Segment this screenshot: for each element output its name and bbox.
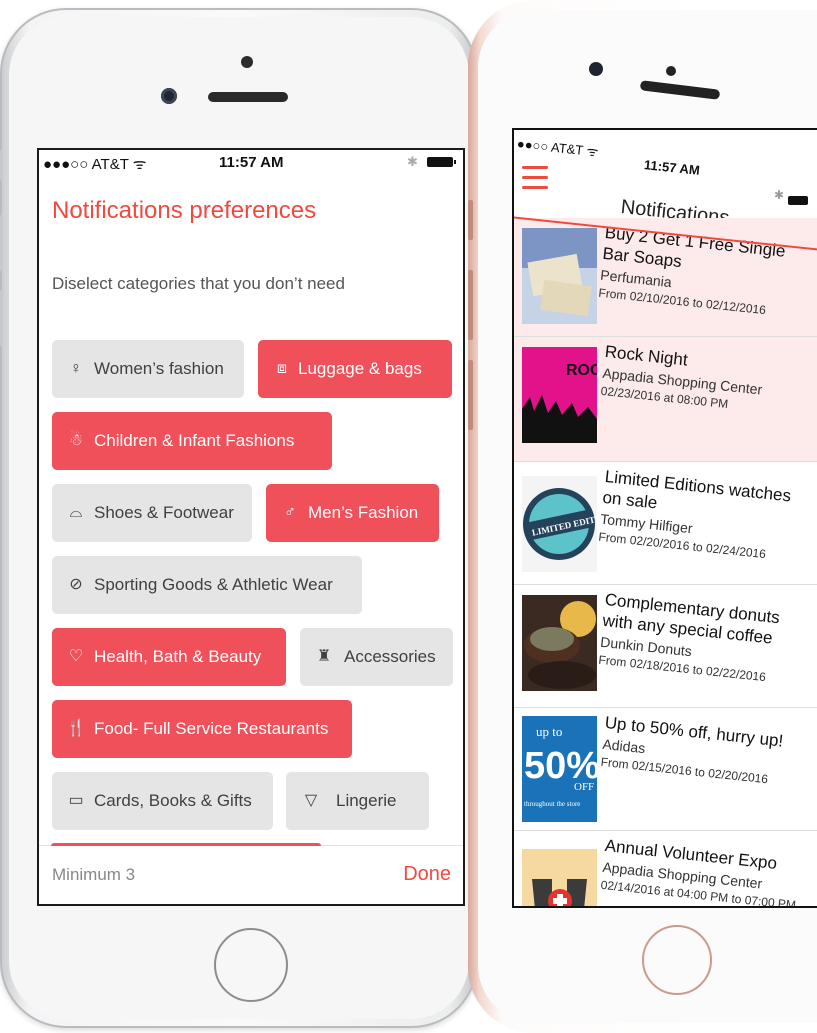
page-title: Notifications preferences: [52, 197, 317, 224]
notification-item[interactable]: Buy 2 Get 1 Free Single Bar Soaps Perfum…: [514, 218, 817, 336]
chip-label: Cards, Books & Gifts: [94, 791, 252, 810]
volume-down-button: [0, 290, 3, 346]
battery-icon: [788, 196, 808, 205]
woman-icon: ♀: [70, 360, 82, 377]
notifications-screen: ●●○○ AT&T ᯤ 11:57 AM Notifications ✱ Buy…: [512, 128, 817, 908]
soap-thumbnail: [522, 228, 597, 324]
chip-label: Lingerie: [336, 791, 397, 810]
minimum-label: Minimum 3: [52, 865, 136, 884]
volume-up-button: [0, 215, 3, 271]
category-chip-accessories[interactable]: ♜ Accessories: [300, 628, 453, 686]
volunteer-thumbnail: [522, 849, 597, 906]
category-chip-cards-books-gifts[interactable]: ▭ Cards, Books & Gifts: [52, 772, 273, 830]
right-phone-frame: ●●○○ AT&T ᯤ 11:57 AM Notifications ✱ Buy…: [468, 0, 817, 1033]
carrier-signal: ●●●○○ AT&T ᯤ: [43, 156, 147, 173]
chip-label: Luggage & bags: [298, 359, 422, 378]
volume-up-button: [468, 270, 473, 340]
limited-edition-thumbnail: LIMITED EDITION: [522, 476, 597, 572]
menu-icon[interactable]: [522, 166, 548, 196]
notification-text: Rock Night Appadia Shopping Center 02/23…: [600, 341, 815, 421]
category-chip-sporting-goods[interactable]: ⊘ Sporting Goods & Athletic Wear: [52, 556, 362, 614]
earpiece-speaker: [208, 92, 288, 102]
lingerie-icon: ▽: [304, 792, 318, 809]
donuts-thumbnail: [522, 595, 597, 691]
thumb-text-up-to: up to: [536, 724, 562, 739]
chip-label: Men’s Fashion: [308, 503, 419, 522]
bluetooth-icon: ✱: [407, 154, 418, 169]
heartbeat-icon: ♡: [68, 648, 84, 665]
sale-50-thumbnail: up to 50% OFF throughout the store: [522, 716, 597, 822]
category-chip-lingerie[interactable]: ▽ Lingerie: [286, 772, 429, 830]
rock-night-thumbnail: ROC NIG: [522, 347, 597, 443]
status-bar: ●●●○○ AT&T ᯤ 11:57 AM ✱: [39, 150, 463, 176]
proximity-sensor: [241, 56, 253, 68]
home-button[interactable]: [642, 925, 712, 995]
preferences-footer: Minimum 3 Done: [39, 843, 463, 904]
mute-switch: [0, 150, 3, 180]
battery-icon: [427, 157, 456, 167]
category-chip-shoes-footwear[interactable]: ⌓ Shoes & Footwear: [52, 484, 252, 542]
chip-label: Women’s fashion: [94, 359, 224, 378]
partially-hidden-chip: [51, 843, 321, 846]
notification-text: Limited Editions watches on sale Tommy H…: [598, 466, 815, 567]
front-camera: [161, 88, 177, 104]
chip-label: Food- Full Service Restaurants: [94, 719, 329, 738]
category-chip-luggage-bags[interactable]: ⧈ Luggage & bags: [258, 340, 452, 398]
bluetooth-icon: ✱: [774, 188, 785, 202]
book-icon: ▭: [68, 792, 84, 809]
category-chip-food-restaurants[interactable]: 🍴 Food- Full Service Restaurants: [52, 700, 352, 758]
notification-text: Complementary donuts with any special co…: [598, 589, 815, 690]
status-time: 11:57 AM: [643, 157, 701, 178]
suitcase-icon: ⧈: [276, 360, 288, 377]
notification-item[interactable]: Complementary donuts with any special co…: [514, 585, 817, 707]
notification-item[interactable]: ROC NIG Rock Night Appadia Shopping Cent…: [514, 337, 817, 461]
category-chip-womens-fashion[interactable]: ♀ Women’s fashion: [52, 340, 244, 398]
chip-label: Shoes & Footwear: [94, 503, 234, 522]
thumb-text-off: OFF: [574, 781, 594, 793]
page-subtitle: Diselect categories that you don’t need: [52, 274, 345, 293]
thumb-text-throughout: throughout the store: [524, 800, 580, 808]
chip-label: Health, Bath & Beauty: [94, 647, 262, 666]
category-chip-children-infant[interactable]: ☃ Children & Infant Fashions: [52, 412, 332, 470]
thumb-text-roc: ROC NIG: [566, 362, 597, 379]
preferences-screen: ●●●○○ AT&T ᯤ 11:57 AM ✱ Notifications pr…: [37, 148, 465, 906]
man-icon: ♂: [284, 504, 296, 521]
home-button[interactable]: [214, 928, 288, 1002]
notification-text: Annual Volunteer Expo Appadia Shopping C…: [600, 835, 815, 906]
child-icon: ☃: [68, 432, 84, 449]
bottle-icon: ♜: [316, 648, 332, 665]
chip-label: Children & Infant Fashions: [94, 431, 295, 450]
notification-text: Up to 50% off, hurry up! Adidas From 02/…: [600, 712, 815, 792]
status-time: 11:57 AM: [219, 154, 284, 171]
chip-label: Accessories: [344, 647, 436, 666]
notification-item[interactable]: up to 50% OFF throughout the store Up to…: [514, 708, 817, 830]
category-chip-mens-fashion[interactable]: ♂ Men’s Fashion: [266, 484, 439, 542]
front-camera: [589, 62, 603, 76]
volume-down-button: [468, 360, 473, 430]
category-chip-health-bath-beauty[interactable]: ♡ Health, Bath & Beauty: [52, 628, 286, 686]
proximity-sensor: [666, 66, 676, 76]
done-button[interactable]: Done: [403, 863, 451, 886]
shoe-icon: ⌓: [69, 504, 83, 521]
football-icon: ⊘: [69, 576, 83, 593]
mute-switch: [468, 200, 473, 240]
notification-item[interactable]: Annual Volunteer Expo Appadia Shopping C…: [514, 831, 817, 906]
notification-item[interactable]: LIMITED EDITION Limited Editions watches…: [514, 462, 817, 584]
cutlery-icon: 🍴: [66, 720, 86, 737]
chip-label: Sporting Goods & Athletic Wear: [94, 575, 333, 594]
carrier-signal: ●●○○ AT&T ᯤ: [516, 135, 600, 160]
